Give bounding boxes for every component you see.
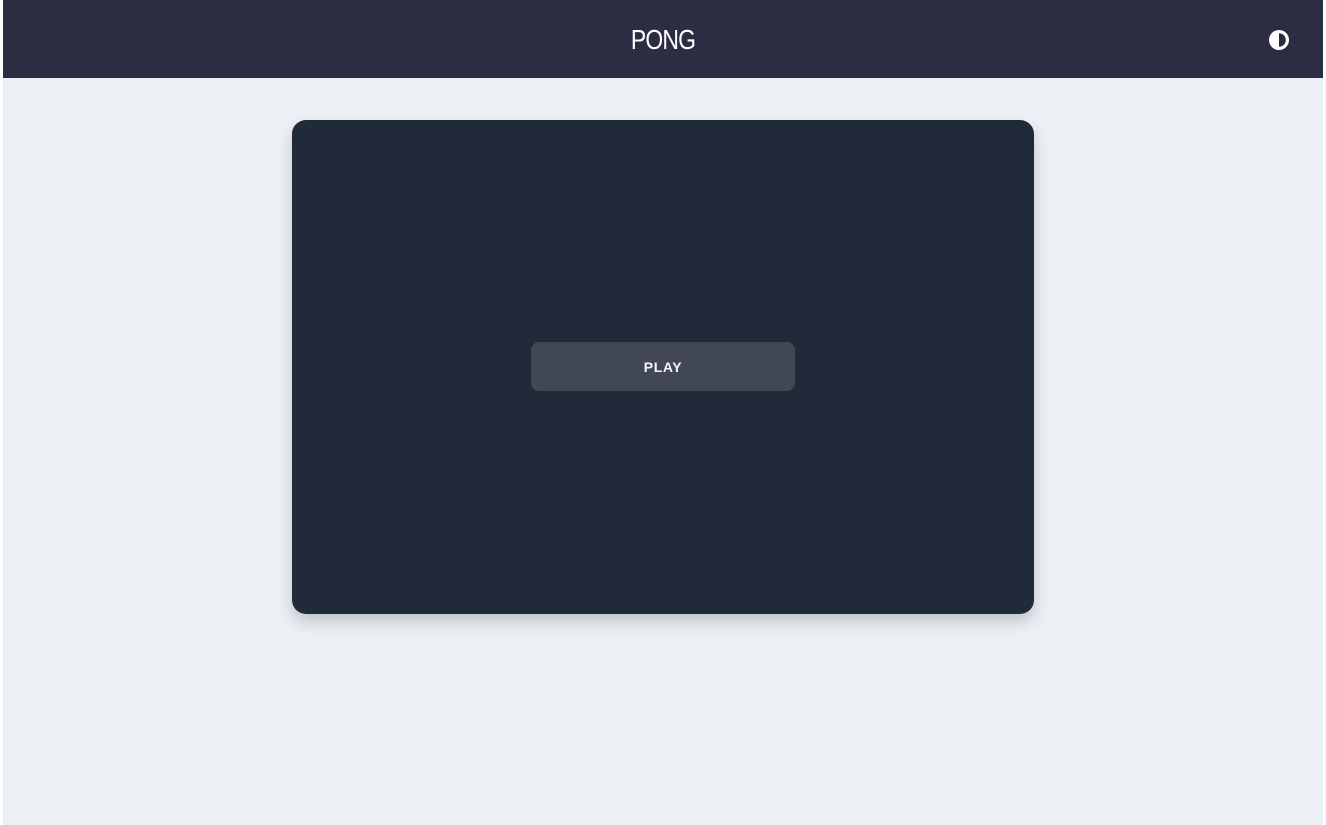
contrast-icon — [1269, 30, 1289, 50]
page-title: PONG — [630, 24, 696, 55]
pong-app: PONG PLAY — [3, 0, 1323, 825]
top-header: PONG — [3, 0, 1323, 78]
play-button[interactable]: PLAY — [531, 342, 795, 391]
game-board: PLAY — [292, 120, 1034, 614]
theme-toggle-button[interactable] — [1267, 28, 1291, 52]
